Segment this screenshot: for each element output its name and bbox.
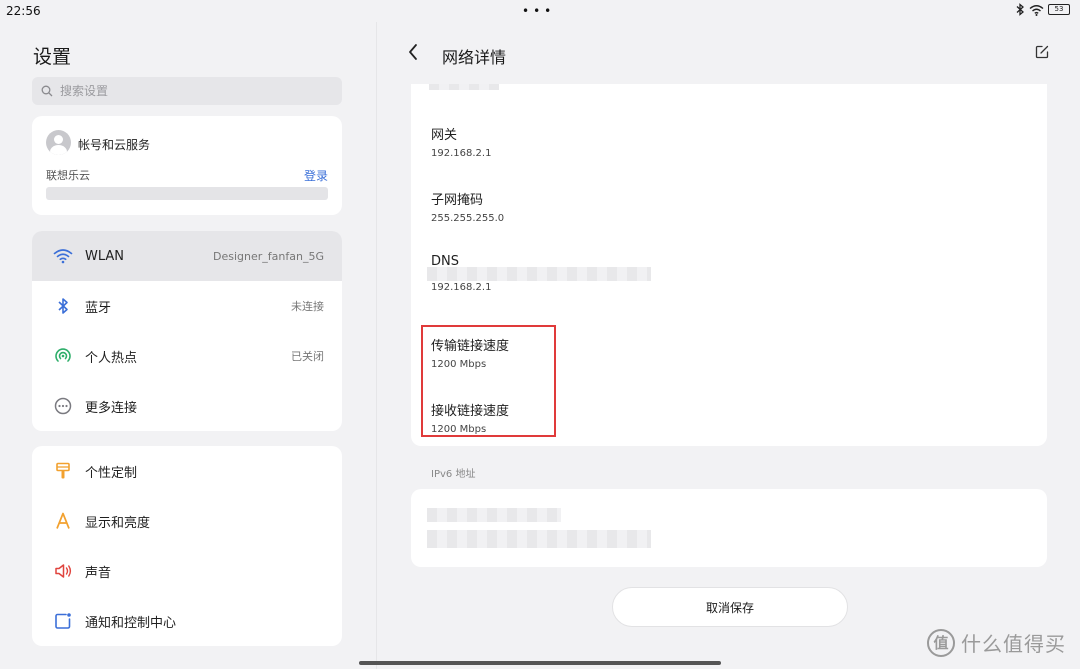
avatar — [46, 130, 71, 155]
redacted-ipv6 — [427, 508, 561, 522]
network-settings-card: WLAN Designer_fanfan_5G 蓝牙 未连接 个人热点 已关闭 … — [32, 231, 342, 431]
status-bar: 22:56 ••• 53 — [0, 0, 1080, 22]
edit-icon[interactable] — [1035, 44, 1049, 63]
sidebar-item-bluetooth[interactable]: 蓝牙 未连接 — [32, 281, 342, 331]
watermark: 值 什么值得买 — [927, 628, 1066, 657]
redacted-ipv6 — [427, 530, 651, 548]
back-icon[interactable] — [407, 42, 419, 66]
settings-title: 设置 — [33, 46, 72, 68]
battery-icon: 53 — [1048, 4, 1070, 15]
sidebar-item-label: 声音 — [85, 565, 112, 581]
sidebar-item-personalization[interactable]: 个性定制 — [32, 446, 342, 496]
sidebar-item-label: WLAN — [85, 248, 125, 264]
status-icons: 53 — [1015, 3, 1070, 16]
wifi-status-icon — [1029, 4, 1044, 16]
sidebar-item-display[interactable]: 显示和亮度 — [32, 496, 342, 546]
sidebar-item-label: 个性定制 — [85, 465, 138, 481]
page-title: 网络详情 — [442, 48, 507, 67]
sidebar-item-more-connections[interactable]: 更多连接 — [32, 381, 342, 431]
sidebar-item-label: 蓝牙 — [85, 300, 112, 316]
dns-value: 192.168.2.1 — [431, 282, 492, 293]
gateway-row: 网关 192.168.2.1 — [431, 124, 491, 159]
cancel-save-button[interactable]: 取消保存 — [612, 587, 848, 627]
bluetooth-status-icon — [1016, 3, 1024, 16]
subnet-mask-label: 子网掩码 — [431, 193, 484, 208]
hotspot-status: 已关闭 — [291, 350, 324, 363]
notification-icon — [52, 610, 74, 632]
highlight-box — [421, 325, 556, 437]
display-icon — [52, 510, 74, 532]
search-box[interactable] — [32, 77, 342, 105]
bluetooth-icon — [52, 295, 74, 317]
sidebar-item-label: 通知和控制中心 — [85, 615, 177, 631]
settings-sidebar: 设置 帐号和云服务 联想乐云 登录 WLAN Designer_fanfan_5… — [0, 22, 376, 669]
cloud-service-label: 联想乐云 — [46, 169, 90, 182]
search-icon — [41, 85, 53, 97]
subnet-mask-row: 子网掩码 255.255.255.0 — [431, 189, 504, 224]
speaker-icon — [52, 560, 74, 582]
sidebar-item-notifications[interactable]: 通知和控制中心 — [32, 596, 342, 646]
ipv6-card — [411, 489, 1047, 567]
brush-icon — [52, 460, 74, 482]
home-indicator[interactable] — [359, 661, 721, 665]
sidebar-item-label: 显示和亮度 — [85, 515, 151, 531]
sidebar-item-hotspot[interactable]: 个人热点 已关闭 — [32, 331, 342, 381]
cloud-storage-bar — [46, 187, 328, 200]
account-card[interactable]: 帐号和云服务 联想乐云 登录 — [32, 116, 342, 215]
redacted-address — [429, 84, 499, 90]
search-input[interactable] — [60, 84, 310, 98]
sidebar-item-wlan[interactable]: WLAN Designer_fanfan_5G — [32, 231, 342, 281]
status-time: 22:56 — [6, 4, 41, 18]
redacted-dns — [427, 267, 651, 281]
wlan-ssid: Designer_fanfan_5G — [213, 249, 324, 263]
watermark-logo: 值 — [927, 628, 955, 657]
gateway-value: 192.168.2.1 — [431, 148, 492, 159]
account-title: 帐号和云服务 — [78, 138, 151, 152]
login-link[interactable]: 登录 — [304, 167, 328, 184]
network-detail-card: 网关 192.168.2.1 子网掩码 255.255.255.0 DNS 19… — [411, 84, 1047, 446]
personal-settings-card: 个性定制 显示和亮度 声音 通知和控制中心 — [32, 446, 342, 646]
more-connections-icon — [52, 395, 74, 417]
network-detail-pane: 网络详情 网关 192.168.2.1 子网掩码 255.255.255.0 D… — [377, 22, 1080, 669]
sidebar-item-label: 个人热点 — [85, 350, 138, 366]
ipv6-section-label: IPv6 地址 — [431, 469, 476, 480]
watermark-text: 什么值得买 — [961, 632, 1066, 656]
wifi-icon — [52, 245, 74, 267]
multitask-dots[interactable]: ••• — [522, 4, 555, 18]
sidebar-item-sound[interactable]: 声音 — [32, 546, 342, 596]
bluetooth-status: 未连接 — [291, 300, 324, 313]
hotspot-icon — [52, 345, 74, 367]
subnet-mask-value: 255.255.255.0 — [431, 213, 505, 224]
sidebar-item-label: 更多连接 — [85, 400, 138, 416]
gateway-label: 网关 — [431, 128, 458, 143]
